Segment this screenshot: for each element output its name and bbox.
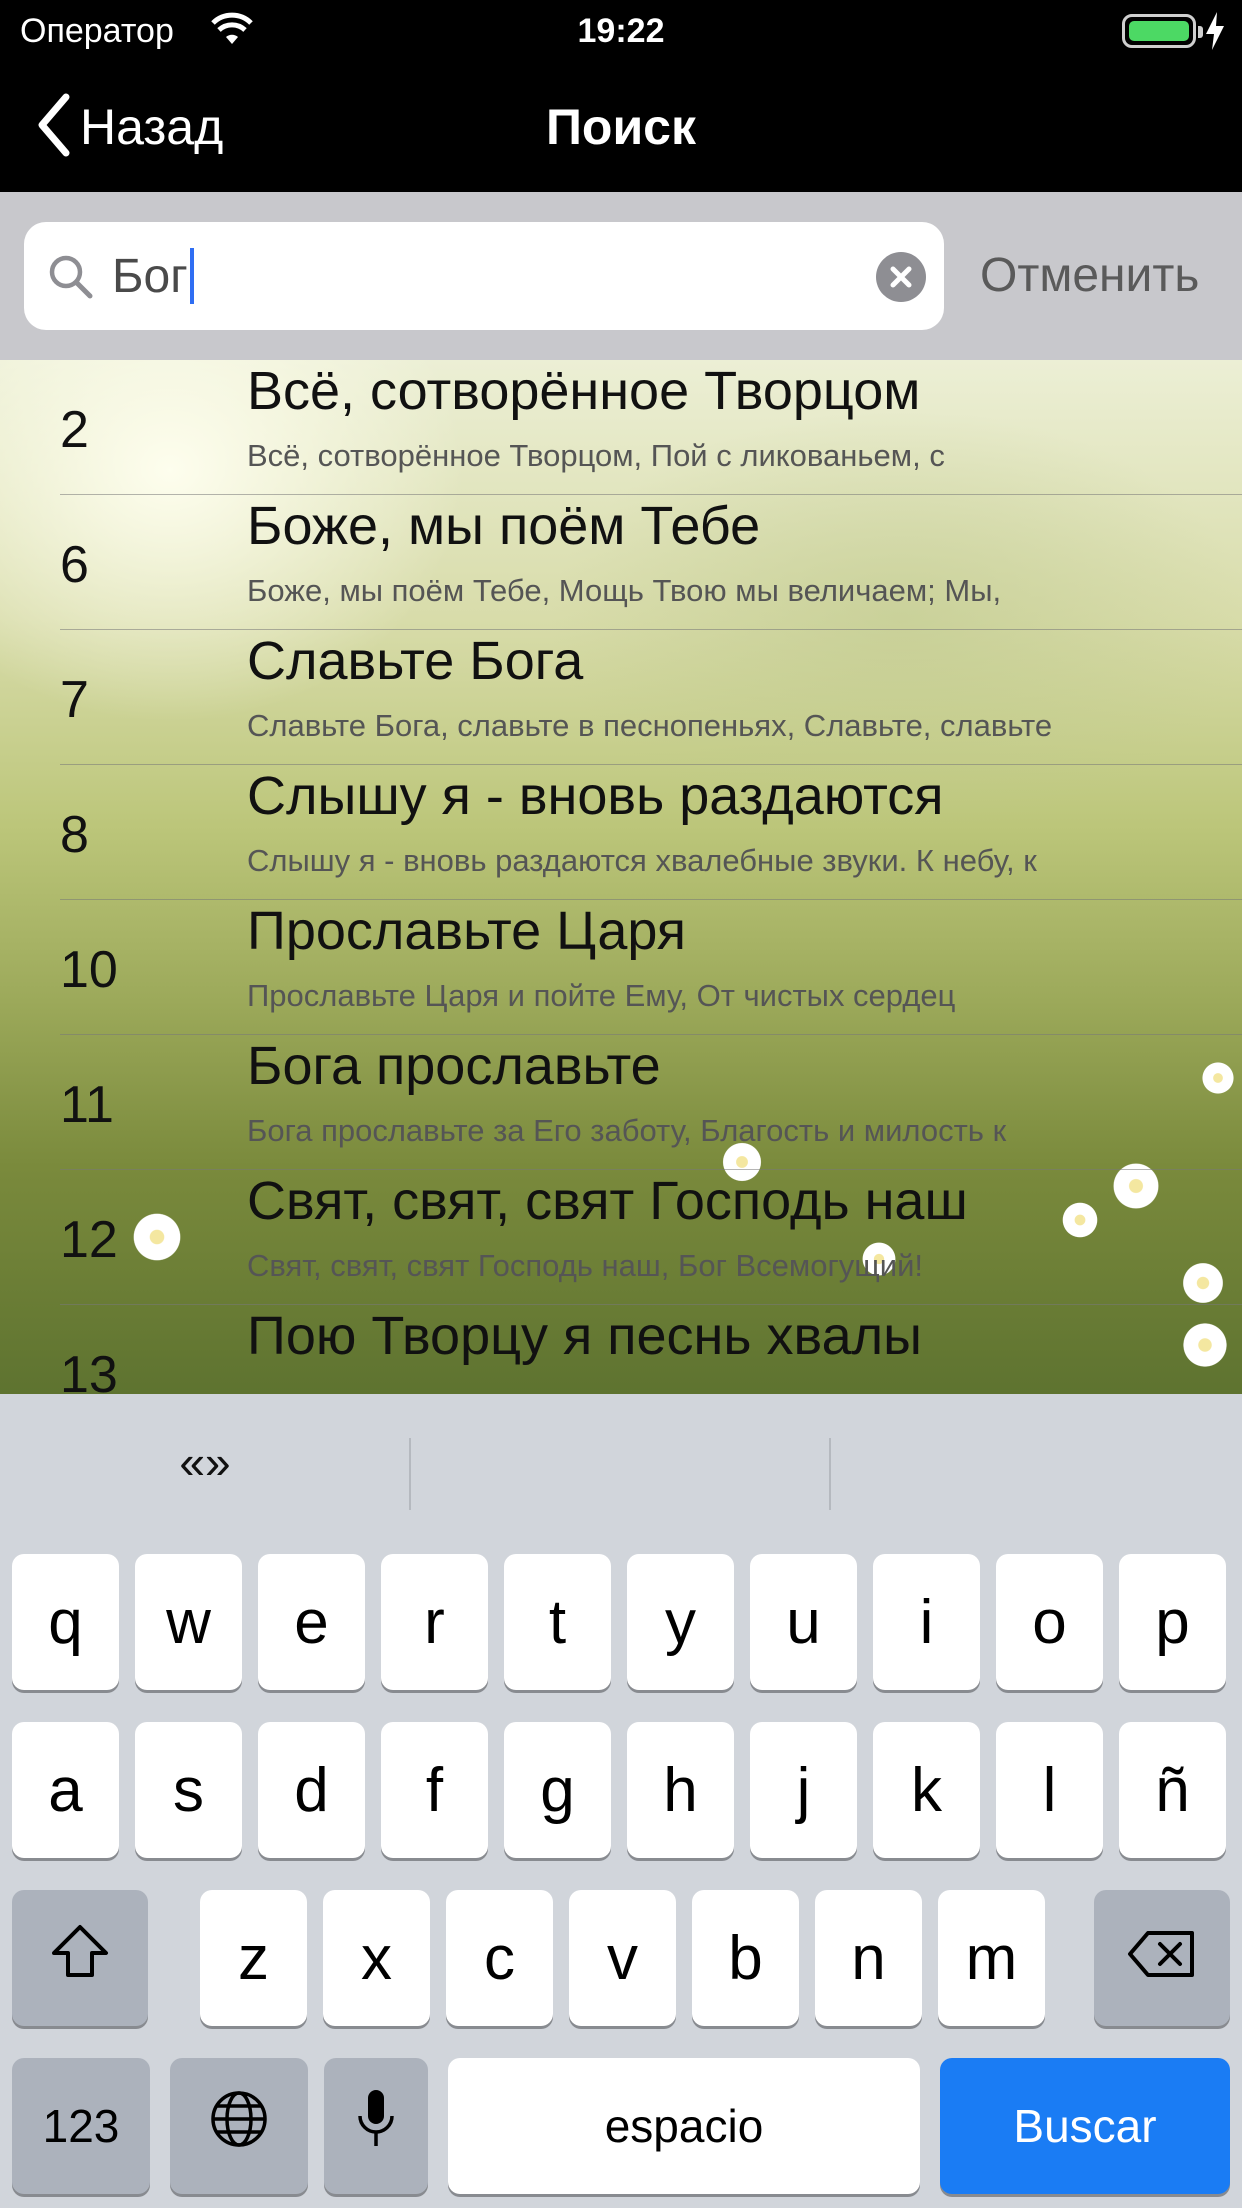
clear-icon[interactable] — [876, 252, 926, 302]
letter-key[interactable]: g — [504, 1722, 611, 1858]
globe-key[interactable] — [170, 2058, 308, 2194]
hymn-snippet: Свят, свят, свят Господь наш, Бог Всемог… — [247, 1248, 924, 1283]
letter-key[interactable]: d — [258, 1722, 365, 1858]
battery-icon — [1122, 14, 1203, 48]
letter-key[interactable]: x — [323, 1890, 430, 2026]
list-item[interactable]: 2 Всё, сотворённое Творцом Всё, сотворённо… — [0, 360, 1242, 495]
suggestion-2[interactable] — [412, 1394, 828, 1530]
suggestion-bar: «» — [0, 1394, 1242, 1530]
hymn-snippet: Прославьте Царя и пойте Ему, От чистых с… — [247, 978, 956, 1013]
hymn-number: 11 — [60, 1076, 114, 1134]
hymn-number: 6 — [60, 536, 89, 594]
hymn-number: 2 — [60, 401, 89, 459]
letter-key[interactable]: v — [569, 1890, 676, 2026]
space-key[interactable]: espacio — [448, 2058, 920, 2194]
letter-key[interactable]: w — [135, 1554, 242, 1690]
letter-key[interactable]: y — [627, 1554, 734, 1690]
list-item[interactable]: 6 Боже, мы поём Тебе Боже, мы поём Тебе, … — [0, 495, 1242, 630]
status-bar: Оператор 19:22 — [0, 0, 1242, 62]
suggestion-1[interactable]: «» — [0, 1394, 410, 1530]
status-time: 19:22 — [577, 12, 665, 50]
hymn-title: Слышу я - вновь раздаются — [247, 766, 944, 826]
hymn-title: Бога прославьте — [247, 1036, 661, 1096]
list-item[interactable]: 11 Бога прославьте Бога прославьте за Его … — [0, 1035, 1242, 1170]
hymn-snippet: Слышу я - вновь раздаются хвалебные звук… — [247, 843, 1037, 878]
letter-key[interactable]: z — [200, 1890, 307, 2026]
cancel-button[interactable]: Отменить — [980, 248, 1199, 303]
list-item[interactable]: 12 Свят, свят, свят Господь наш Свят, свят… — [0, 1170, 1242, 1305]
letter-key[interactable]: t — [504, 1554, 611, 1690]
results-list[interactable]: 2 Всё, сотворённое Творцом Всё, сотворённо… — [0, 360, 1242, 1394]
letter-key[interactable]: j — [750, 1722, 857, 1858]
search-bar: Бог Отменить — [0, 192, 1242, 360]
hymn-number: 10 — [60, 941, 118, 999]
letter-key[interactable]: b — [692, 1890, 799, 2026]
microphone-icon — [356, 2088, 396, 2165]
backspace-icon — [1126, 1923, 1198, 1994]
shift-icon — [50, 1923, 110, 1994]
letter-key[interactable]: r — [381, 1554, 488, 1690]
list-item[interactable]: 13 Пою Творцу я песнь хвалы — [0, 1305, 1242, 1394]
shift-key[interactable] — [12, 1890, 148, 2026]
hymn-number: 12 — [60, 1211, 118, 1269]
letter-key[interactable]: n — [815, 1890, 922, 2026]
hymn-title: Свят, свят, свят Господь наш — [247, 1171, 968, 1231]
letter-key[interactable]: a — [12, 1722, 119, 1858]
letter-key[interactable]: o — [996, 1554, 1103, 1690]
letter-key[interactable]: q — [12, 1554, 119, 1690]
suggestion-3[interactable] — [832, 1394, 1242, 1530]
list-item[interactable]: 7 Славьте Бога Славьте Бога, славьте в пес… — [0, 630, 1242, 765]
hymn-number: 13 — [60, 1346, 118, 1394]
hymn-snippet: Всё, сотворённое Творцом, Пой с ликовань… — [247, 438, 945, 473]
hymn-snippet: Боже, мы поём Тебе, Мощь Твою мы величае… — [247, 573, 1002, 608]
backspace-key[interactable] — [1094, 1890, 1230, 2026]
letter-key[interactable]: c — [446, 1890, 553, 2026]
search-input[interactable]: Бог — [24, 222, 944, 330]
search-query: Бог — [112, 246, 194, 306]
hymn-title: Боже, мы поём Тебе — [247, 496, 761, 556]
letter-key[interactable]: u — [750, 1554, 857, 1690]
hymn-snippet: Бога прославьте за Его заботу, Благость … — [247, 1113, 1007, 1148]
charging-bolt-icon — [1204, 12, 1226, 55]
list-item[interactable]: 8 Слышу я - вновь раздаются Слышу я - внов… — [0, 765, 1242, 900]
letter-key[interactable]: m — [938, 1890, 1045, 2026]
numbers-key[interactable]: 123 — [12, 2058, 150, 2194]
dictation-key[interactable] — [324, 2058, 428, 2194]
search-icon — [46, 252, 96, 307]
page-title: Поиск — [545, 99, 697, 155]
hymn-number: 8 — [60, 806, 89, 864]
hymn-snippet: Славьте Бога, славьте в песнопеньях, Сла… — [247, 708, 1053, 743]
hymn-title: Прославьте Царя — [247, 901, 687, 961]
globe-icon — [209, 2089, 269, 2164]
letter-key[interactable]: s — [135, 1722, 242, 1858]
letter-key[interactable]: k — [873, 1722, 980, 1858]
hymn-number: 7 — [60, 671, 89, 729]
list-item[interactable]: 10 Прославьте Царя Прославьте Царя и пойте… — [0, 900, 1242, 1035]
letter-key[interactable]: l — [996, 1722, 1103, 1858]
hymn-title: Славьте Бога — [247, 631, 584, 691]
hymn-title: Пою Творцу я песнь хвалы — [247, 1306, 922, 1366]
hymn-title: Всё, сотворённое Творцом — [247, 361, 921, 421]
search-key[interactable]: Buscar — [940, 2058, 1230, 2194]
letter-key[interactable]: ñ — [1119, 1722, 1226, 1858]
letter-key[interactable]: f — [381, 1722, 488, 1858]
letter-key[interactable]: e — [258, 1554, 365, 1690]
keyboard: «» qwertyuiop asdfghjklñ zxcvbnm 123 espac… — [0, 1394, 1242, 2208]
letter-key[interactable]: h — [627, 1722, 734, 1858]
text-caret — [189, 248, 194, 304]
letter-key[interactable]: i — [873, 1554, 980, 1690]
navigation-bar: Назад Поиск — [0, 62, 1242, 192]
letter-key[interactable]: p — [1119, 1554, 1226, 1690]
